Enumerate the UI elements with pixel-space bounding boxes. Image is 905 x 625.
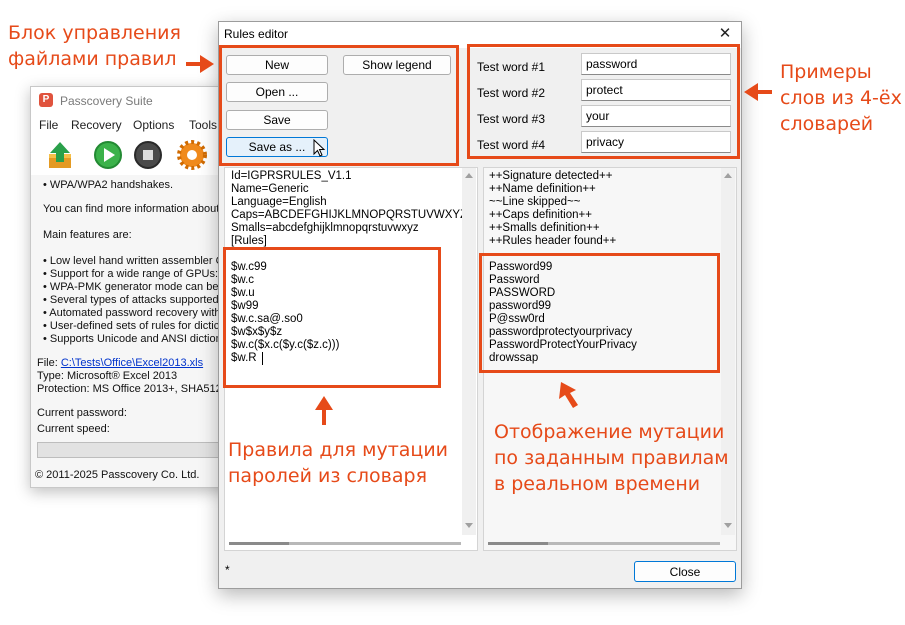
rules-highlight xyxy=(223,247,441,388)
feature-line: • Low level hand written assembler C xyxy=(43,255,224,267)
feature-line: • Several types of attacks supported xyxy=(43,294,219,306)
feature-line: • User-defined sets of rules for dictic xyxy=(43,320,220,332)
copyright-text: © 2011-2025 Passcovery Co. Ltd. xyxy=(35,469,200,481)
caption-line: по заданным правилам xyxy=(494,447,729,469)
feature-line: • Automated password recovery with xyxy=(43,307,221,319)
rules-header-line: Id=IGPRSRULES_V1.1 xyxy=(231,170,352,182)
close-button[interactable]: Close xyxy=(634,561,736,582)
info-line: You can find more information about xyxy=(43,203,220,215)
caption-line: файлами правил xyxy=(8,48,177,70)
info-panel: • WPA/WPA2 handshakes. You can find more… xyxy=(31,175,236,487)
stop-icon[interactable] xyxy=(133,140,163,170)
start-icon[interactable] xyxy=(93,140,123,170)
menu-recovery[interactable]: Recovery xyxy=(71,118,122,132)
caption-line: Примеры xyxy=(780,61,872,83)
passcovery-logo-icon: P xyxy=(39,93,53,107)
rules-header-line: Caps=ABCDEFGHIJKLMNOPQRSTUVWXYZ xyxy=(231,209,468,221)
close-icon[interactable]: ✕ xyxy=(713,23,737,45)
caption-line: словарей xyxy=(780,113,874,135)
scroll-up-arrow-icon[interactable] xyxy=(465,173,473,178)
info-line: Main features are: xyxy=(43,229,132,241)
parse-log-line: ++Caps definition++ xyxy=(489,209,592,221)
arrow-right-icon xyxy=(186,55,214,73)
caption-line: паролей из словаря xyxy=(228,465,428,487)
dialog-title: Rules editor xyxy=(224,27,289,41)
parse-log-line: ++Rules header found++ xyxy=(489,235,617,247)
menu-bar: File Recovery Options Tools xyxy=(31,115,236,135)
footer: © 2011-2025 Passcovery Co. Ltd. xyxy=(31,465,236,487)
mutation-display-caption: Отображение мутации по заданным правилам… xyxy=(494,419,729,497)
window-title: Passcovery Suite xyxy=(60,94,153,108)
current-speed-label: Current speed: xyxy=(37,423,110,435)
caption-line: Отображение мутации xyxy=(494,421,725,443)
arrow-left-icon xyxy=(744,83,772,101)
upload-icon[interactable] xyxy=(45,140,75,170)
caption-line: Блок управления xyxy=(8,22,181,44)
rules-vertical-scrollbar[interactable] xyxy=(462,168,476,535)
progress-bar xyxy=(37,442,229,458)
scroll-up-arrow-icon[interactable] xyxy=(724,173,732,178)
parse-log-line: ++Signature detected++ xyxy=(489,170,613,182)
parse-log-line: ++Name definition++ xyxy=(489,183,596,195)
rules-caption: Правила для мутации паролей из словаря xyxy=(228,437,448,489)
settings-gear-icon[interactable] xyxy=(177,140,207,170)
current-password-label: Current password: xyxy=(37,407,127,419)
file-label: File: xyxy=(37,357,58,369)
passcovery-suite-window: P Passcovery Suite File Recovery Options… xyxy=(30,86,237,488)
rules-horizontal-scroll-thumb[interactable] xyxy=(229,542,289,545)
parse-log-line: ++Smalls definition++ xyxy=(489,222,600,234)
feature-line: • Supports Unicode and ANSI diction xyxy=(43,333,222,345)
rules-header-line: Smalls=abcdefghijklmnopqrstuvwxyz xyxy=(231,222,419,234)
parse-log-line: ~~Line skipped~~ xyxy=(489,196,581,208)
examples-caption: Примеры слов из 4-ёх словарей xyxy=(780,59,902,137)
window-title-bar: P Passcovery Suite xyxy=(31,87,236,115)
info-line: • WPA/WPA2 handshakes. xyxy=(43,179,173,191)
caption-line: Правила для мутации xyxy=(228,439,449,461)
file-row: File: C:\Tests\Office\Excel2013.xls xyxy=(37,357,203,369)
type-line: Type: Microsoft® Excel 2013 xyxy=(37,370,178,382)
preview-horizontal-scroll-thumb[interactable] xyxy=(488,542,548,545)
feature-line: • WPA-PMK generator mode can be u xyxy=(43,281,228,293)
status-indicator: * xyxy=(225,563,230,577)
test-words-highlight xyxy=(467,44,740,159)
feature-line: • Support for a wide range of GPUs: xyxy=(43,268,219,280)
protection-line: Protection: MS Office 2013+, SHA512 xyxy=(37,383,222,395)
toolbar xyxy=(31,135,236,176)
file-path-link[interactable]: C:\Tests\Office\Excel2013.xls xyxy=(61,357,203,369)
file-block-caption: Блок управления файлами правил xyxy=(8,20,181,72)
rules-header-line: Name=Generic xyxy=(231,183,309,195)
caption-line: в реальном времени xyxy=(494,473,701,495)
rules-header-line: Language=English xyxy=(231,196,327,208)
menu-tools[interactable]: Tools xyxy=(189,118,217,132)
caption-line: слов из 4-ёх xyxy=(780,87,902,109)
menu-file[interactable]: File xyxy=(39,118,58,132)
menu-options[interactable]: Options xyxy=(133,118,174,132)
scroll-down-arrow-icon[interactable] xyxy=(465,523,473,528)
file-block-highlight xyxy=(219,45,459,166)
mutations-highlight xyxy=(479,253,720,373)
scroll-down-arrow-icon[interactable] xyxy=(724,523,732,528)
